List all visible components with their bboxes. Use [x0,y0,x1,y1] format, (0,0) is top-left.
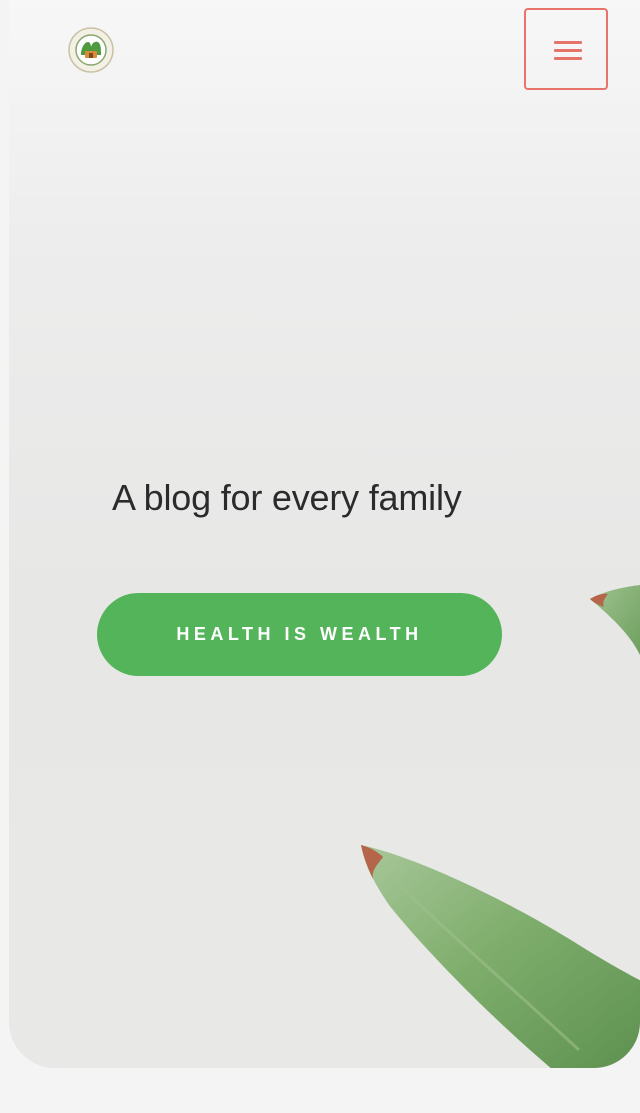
succulent-leaf-icon [590,585,640,655]
hero-tagline: A blog for every family [112,477,462,518]
menu-button[interactable] [524,8,608,90]
hero-section [9,0,640,1068]
hamburger-icon [554,41,582,60]
health-is-wealth-button[interactable]: HEALTH IS WEALTH [97,593,502,676]
logo-emblem-icon[interactable] [68,27,114,73]
site-header [0,0,640,100]
succulent-leaf-icon [361,845,640,1068]
